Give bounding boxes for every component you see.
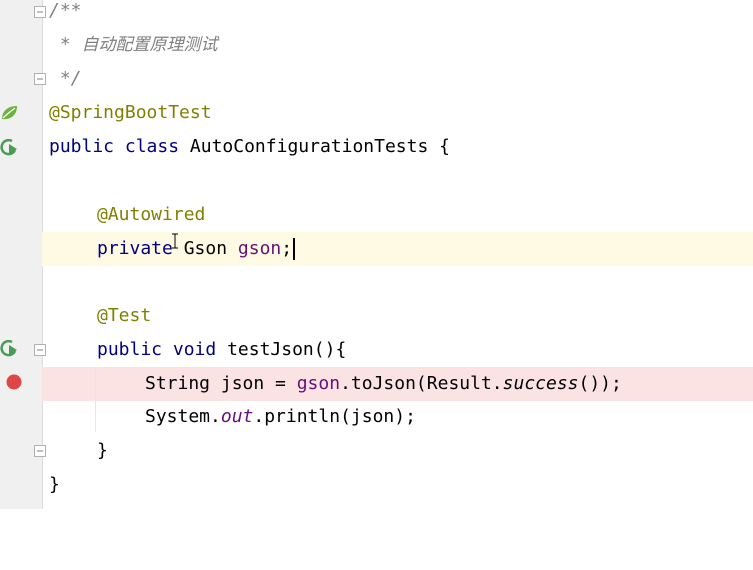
doc-comment-close: */ — [49, 68, 82, 89]
method-close-brace: } — [97, 440, 108, 461]
code-line-1: /** — [42, 0, 753, 28]
code-line-5: public class AutoConfigurationTests { — [42, 130, 753, 164]
doc-comment-text: * 自动配置原理测试 — [49, 34, 218, 55]
code-line-4: @SpringBootTest — [42, 96, 753, 130]
code-line-10: @Test — [42, 299, 753, 333]
run-test-icon[interactable] — [0, 340, 20, 358]
annotation-autowired: @Autowired — [97, 204, 206, 225]
statement-tojson: String json = gson.toJson(Result.success… — [145, 373, 622, 394]
class-declaration: public class AutoConfigurationTests { — [49, 136, 450, 157]
indent-guide — [95, 370, 96, 432]
statement-println: System.out.println(json); — [145, 406, 416, 427]
mouse-ibeam-cursor-icon — [172, 233, 178, 249]
field-declaration: private Gson gson; — [97, 232, 296, 266]
code-line-14: } — [42, 434, 753, 468]
method-declaration: public void testJson(){ — [97, 339, 347, 360]
code-line-13: System.out.println(json); — [42, 400, 753, 434]
text-caret — [293, 238, 296, 260]
code-line-2: * 自动配置原理测试 — [42, 28, 753, 62]
code-line-3: */ — [42, 62, 753, 96]
annotation-springboottest: @SpringBootTest — [49, 102, 212, 123]
class-close-brace: } — [49, 474, 60, 495]
spring-bean-icon[interactable] — [0, 105, 18, 121]
breakpoint-icon[interactable] — [6, 374, 22, 390]
editor-gutter — [0, 0, 46, 509]
code-line-8-current: private Gson gson; — [42, 232, 753, 266]
annotation-test: @Test — [97, 305, 152, 326]
doc-comment-open: /** — [49, 0, 82, 21]
code-line-15: } — [42, 468, 753, 502]
code-line-12-breakpoint: String json = gson.toJson(Result.success… — [42, 367, 753, 401]
code-editor[interactable]: /** * 自动配置原理测试 */ @SpringBootTest public… — [42, 0, 753, 509]
run-test-icon[interactable] — [0, 139, 20, 157]
code-line-11: public void testJson(){ — [42, 333, 753, 367]
code-line-7: @Autowired — [42, 198, 753, 232]
